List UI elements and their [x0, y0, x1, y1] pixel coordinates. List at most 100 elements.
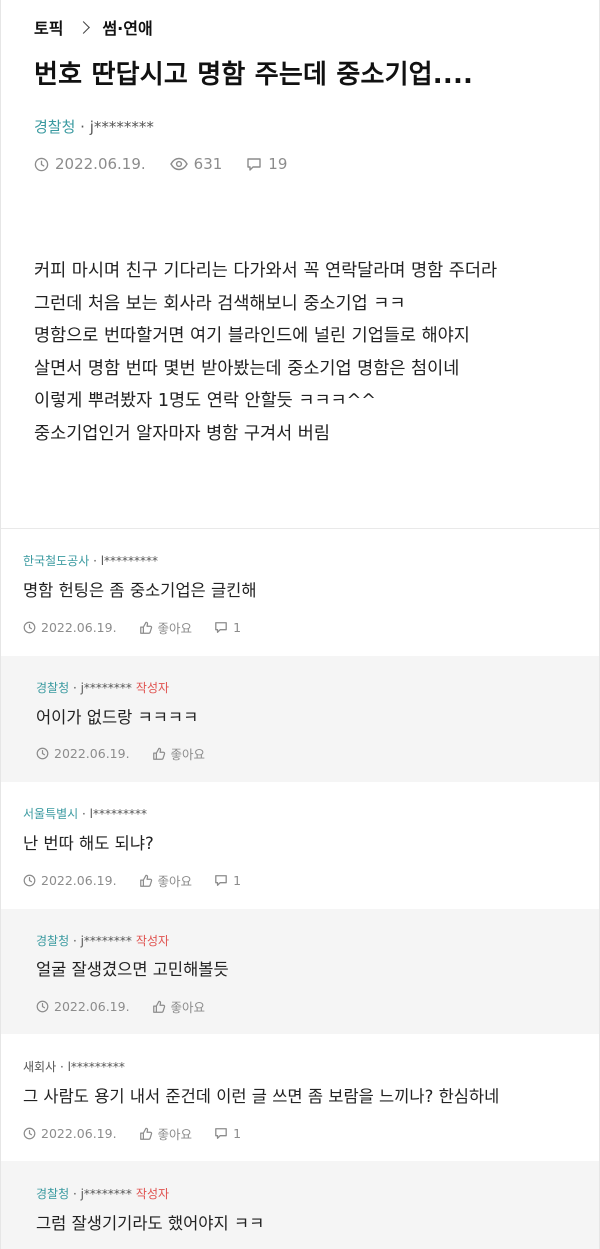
- post-views: 631: [169, 155, 223, 173]
- post-author-user: j********: [89, 118, 154, 136]
- comment-date: 2022.06.19.: [23, 873, 117, 888]
- comment-user: j********: [80, 1187, 132, 1201]
- clock-icon: [23, 621, 36, 634]
- author-badge: 작성자: [135, 681, 170, 695]
- post-body: 커피 마시며 친구 기다리는 다가와서 꼭 연락달라며 명함 주더라 그런데 처…: [34, 255, 589, 451]
- post-body-line: 커피 마시며 친구 기다리는 다가와서 꼭 연락달라며 명함 주더라: [34, 261, 498, 281]
- reply-comment: 경찰청 · j******** 작성자 어이가 없드랑 ㅋㅋㅋㅋ 2022.06.…: [1, 656, 599, 782]
- breadcrumb-category-link[interactable]: 썸·연애: [102, 15, 152, 39]
- comment-text: 난 번따 해도 되냐?: [23, 834, 154, 853]
- comment-company[interactable]: 한국철도공사: [23, 554, 89, 568]
- comment-author: 새회사 · l*********: [23, 1060, 125, 1074]
- thumbs-up-icon: [139, 1127, 152, 1140]
- comment-text: 그 사람도 용기 내서 준건데 이런 글 쓰면 좀 보람을 느끼나? 한심하네: [23, 1087, 500, 1106]
- post-body-line: 중소기업인거 알자마자 병함 구겨서 버림: [34, 423, 330, 444]
- comment-text: 그럼 잘생기기라도 했어야지 ㅋㅋ: [36, 1214, 265, 1233]
- comment-user: l*********: [100, 554, 159, 568]
- post-page: 토픽 썸·연애 번호 딴답시고 명함 주는데 중소기업.... 경찰청 · j*…: [0, 0, 600, 1249]
- comment-company[interactable]: 서울특별시: [23, 807, 78, 821]
- comment-company[interactable]: 새회사: [23, 1060, 56, 1074]
- comment-date-text: 2022.06.19.: [41, 620, 117, 635]
- comment-text: 얼굴 잘생겼으면 고민해볼듯: [36, 960, 229, 979]
- post-meta: 2022.06.19. 631 19: [34, 155, 311, 173]
- like-label: 좋아요: [170, 1000, 206, 1015]
- like-button[interactable]: 좋아요: [152, 997, 206, 1016]
- breadcrumb: 토픽 썸·연애: [34, 14, 153, 40]
- like-label: 좋아요: [157, 1127, 193, 1142]
- author-badge: 작성자: [135, 1187, 170, 1201]
- comment-user: j********: [80, 934, 132, 948]
- reply-comment: 경찰청 · j******** 작성자 그럼 잘생기기라도 했어야지 ㅋㅋ: [1, 1161, 599, 1249]
- comment-date-text: 2022.06.19.: [54, 999, 130, 1014]
- post-author: 경찰청 · j********: [34, 116, 154, 137]
- breadcrumb-topic-link[interactable]: 토픽: [34, 15, 63, 39]
- speech-bubble-icon: [215, 875, 227, 886]
- comment-meta: 2022.06.19. 좋아요: [36, 744, 227, 763]
- like-button[interactable]: 좋아요: [139, 871, 193, 890]
- post-comments[interactable]: 19: [246, 155, 287, 173]
- reply-count: 1: [233, 873, 242, 888]
- comment-date-text: 2022.06.19.: [41, 873, 117, 888]
- like-label: 좋아요: [157, 874, 193, 889]
- reply-button[interactable]: 1: [214, 1126, 241, 1141]
- reply-button[interactable]: 1: [214, 873, 241, 888]
- comment-meta: 2022.06.19. 좋아요 1: [23, 618, 263, 637]
- comment: 서울특별시 · l********* 난 번따 해도 되냐? 2022.06.1…: [1, 782, 599, 909]
- comment-meta: 2022.06.19. 좋아요 1: [23, 871, 263, 890]
- comment-text: 명함 헌팅은 좀 중소기업은 글킨해: [23, 581, 257, 600]
- post-date: 2022.06.19.: [34, 155, 146, 173]
- post-body-line: 그런데 처음 보는 회사라 검색해보니 중소기업 ㅋㅋ: [34, 293, 406, 314]
- reply-button[interactable]: 1: [214, 620, 241, 635]
- clock-icon: [23, 874, 36, 887]
- clock-icon: [36, 1000, 49, 1013]
- thumbs-up-icon: [152, 747, 165, 760]
- comment-author: 경찰청 · j******** 작성자: [36, 934, 170, 948]
- post-date-text: 2022.06.19.: [55, 155, 146, 173]
- comment-date: 2022.06.19.: [36, 746, 130, 761]
- comment-meta: 2022.06.19. 좋아요: [36, 997, 227, 1016]
- comment-date-text: 2022.06.19.: [41, 1126, 117, 1141]
- comment-author: 경찰청 · j******** 작성자: [36, 1187, 170, 1201]
- speech-bubble-icon: [247, 157, 261, 171]
- like-button[interactable]: 좋아요: [139, 1124, 193, 1143]
- comment-date: 2022.06.19.: [36, 999, 130, 1014]
- thumbs-up-icon: [152, 1000, 165, 1013]
- like-label: 좋아요: [170, 747, 206, 762]
- post-body-line: 명함으로 번따할거면 여기 블라인드에 널린 기업들로 해야지: [34, 326, 470, 347]
- comment-company[interactable]: 경찰청: [36, 934, 69, 948]
- post-body-line: 살면서 명함 번따 몇번 받아봤는데 중소기업 명함은 첨이네: [34, 358, 460, 379]
- clock-icon: [23, 1127, 36, 1140]
- comment-company[interactable]: 경찰청: [36, 1187, 69, 1201]
- reply-count: 1: [233, 620, 242, 635]
- comment: 새회사 · l********* 그 사람도 용기 내서 준건데 이런 글 쓰면…: [1, 1034, 599, 1161]
- author-badge: 작성자: [135, 934, 170, 948]
- comment-user: j********: [80, 681, 132, 695]
- comment-date: 2022.06.19.: [23, 1126, 117, 1141]
- like-button[interactable]: 좋아요: [152, 744, 206, 763]
- like-label: 좋아요: [157, 621, 193, 636]
- post-comments-count: 19: [268, 155, 288, 173]
- comment-meta: 2022.06.19. 좋아요 1: [23, 1124, 263, 1143]
- author-separator: ·: [75, 118, 90, 136]
- eye-icon: [169, 157, 188, 171]
- comment-author: 한국철도공사 · l*********: [23, 554, 159, 568]
- comment-text: 어이가 없드랑 ㅋㅋㅋㅋ: [36, 708, 199, 727]
- comment-user: l*********: [67, 1060, 125, 1074]
- post-body-line: 이렇게 뿌려봤자 1명도 연락 안할듯 ㅋㅋㅋ^^: [34, 391, 376, 412]
- speech-bubble-icon: [215, 1128, 227, 1139]
- reply-count: 1: [233, 1126, 242, 1141]
- like-button[interactable]: 좋아요: [139, 618, 193, 637]
- comment-author: 경찰청 · j******** 작성자: [36, 681, 170, 695]
- comment: 한국철도공사 · l********* 명함 헌팅은 좀 중소기업은 글킨해 2…: [1, 529, 599, 656]
- thumbs-up-icon: [139, 874, 152, 887]
- reply-comment: 경찰청 · j******** 작성자 얼굴 잘생겼으면 고민해볼듯 2022.0…: [1, 909, 599, 1034]
- clock-icon: [34, 157, 49, 171]
- post-views-count: 631: [193, 155, 223, 173]
- chevron-right-icon: [77, 20, 91, 34]
- comment-company[interactable]: 경찰청: [36, 681, 69, 695]
- thumbs-up-icon: [139, 621, 152, 634]
- comment-author: 서울특별시 · l*********: [23, 807, 147, 821]
- post-title: 번호 딴답시고 명함 주는데 중소기업....: [34, 60, 474, 90]
- clock-icon: [36, 747, 49, 760]
- post-author-company[interactable]: 경찰청: [34, 118, 75, 136]
